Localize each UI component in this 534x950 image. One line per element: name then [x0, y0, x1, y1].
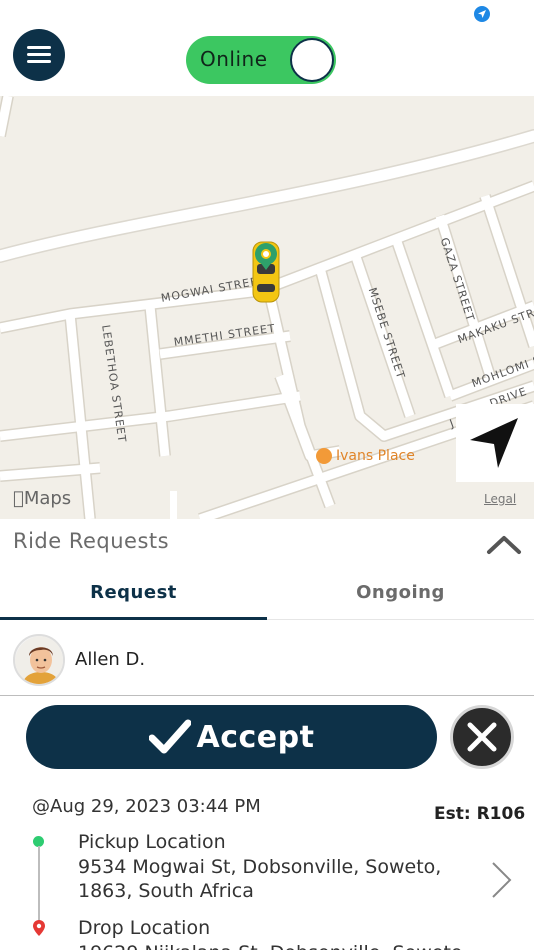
decline-button[interactable]: [450, 705, 514, 769]
request-tabs: Request Ongoing: [0, 570, 534, 620]
hamburger-line: [27, 60, 51, 63]
pickup-title: Pickup Location: [78, 831, 226, 853]
online-toggle[interactable]: Online: [186, 36, 336, 84]
hamburger-line: [27, 53, 51, 56]
tab-request[interactable]: Request: [0, 570, 267, 620]
location-arrow-icon: [474, 6, 490, 22]
map-view[interactable]: MOGWAI STREET MMETHI STREET LEBETHOA STR…: [0, 96, 534, 519]
navigation-arrow-icon: [470, 418, 518, 468]
checkmark-icon: [148, 719, 191, 754]
legal-link[interactable]: Legal: [484, 492, 516, 506]
chevron-up-icon[interactable]: [486, 534, 522, 556]
poi-icon: [316, 448, 332, 464]
avatar: [13, 634, 65, 686]
menu-button[interactable]: [13, 29, 65, 81]
rider-row: Allen D.: [0, 624, 534, 696]
rider-name: Allen D.: [75, 649, 146, 670]
drop-title: Drop Location: [78, 917, 211, 939]
chevron-right-icon[interactable]: [490, 860, 514, 900]
avatar-image: [15, 636, 63, 684]
maps-attribution: Maps: [13, 488, 71, 509]
request-timestamp: @Aug 29, 2023 03:44 PM: [32, 796, 261, 817]
tab-ongoing[interactable]: Ongoing: [267, 570, 534, 620]
fare-estimate: Est: R106: [434, 804, 526, 824]
drop-pin-icon: [33, 920, 45, 936]
online-label: Online: [200, 47, 268, 71]
car-marker-icon: [252, 241, 280, 303]
poi-label: Ivans Place: [336, 448, 415, 464]
accept-label: Accept: [196, 719, 315, 755]
maps-label: Maps: [13, 488, 71, 509]
drop-address[interactable]: 19629 Nijkalana St, Dobsonville, Soweto: [78, 941, 488, 950]
poi-ivans-place[interactable]: Ivans Place: [316, 448, 415, 464]
pickup-address[interactable]: 9534 Mogwai St, Dobsonville, Soweto, 186…: [78, 855, 488, 903]
map-roads: [0, 96, 534, 519]
panel-title: Ride Requests: [13, 529, 170, 553]
route-line: [38, 846, 40, 924]
close-icon: [467, 722, 497, 752]
recenter-button[interactable]: [456, 404, 534, 482]
accept-button[interactable]: Accept: [26, 705, 437, 769]
apple-icon: : [13, 488, 24, 509]
toggle-knob: [290, 38, 334, 82]
hamburger-line: [27, 46, 51, 49]
